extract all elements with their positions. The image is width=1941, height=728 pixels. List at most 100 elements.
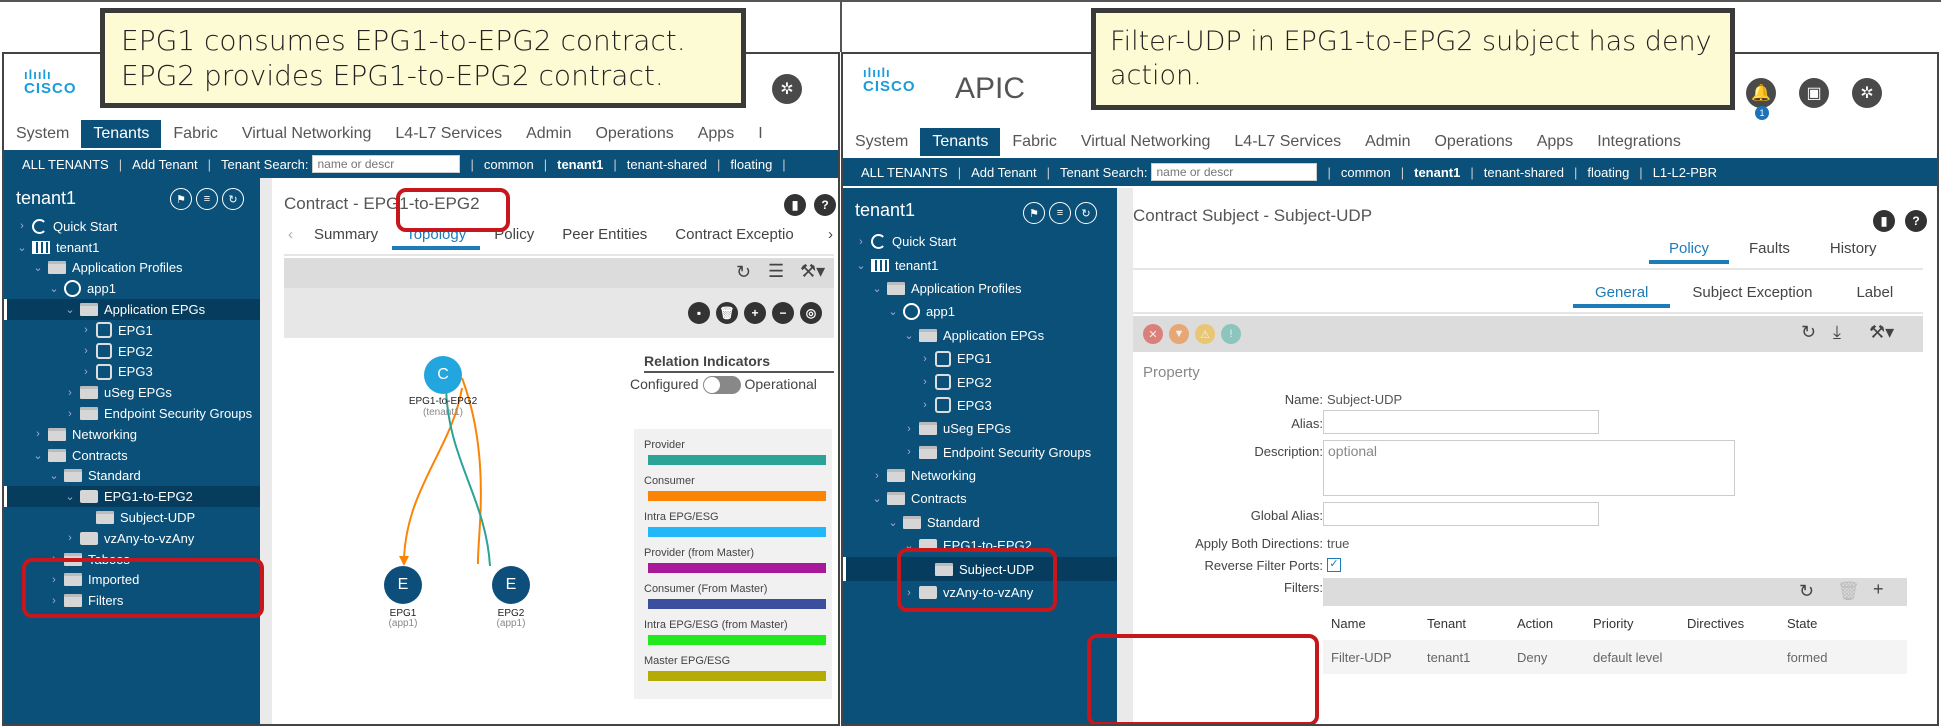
chevron-down-icon[interactable]: ⌄	[887, 305, 899, 318]
filter-list-icon[interactable]: ≡	[196, 188, 218, 210]
chevron-right-icon[interactable]: ›	[16, 220, 28, 232]
download-icon[interactable]: ⤓	[1833, 322, 1841, 343]
top-nav-admin[interactable]: Admin	[1353, 128, 1422, 156]
sidebar-item-contracts[interactable]: ⌄ Contracts	[843, 487, 1117, 510]
contract-node[interactable]: C	[424, 356, 462, 394]
sidebar-item-application-epgs[interactable]: ⌄ Application EPGs	[843, 324, 1117, 347]
sidebar-item-application-profiles[interactable]: ⌄ Application Profiles	[4, 258, 260, 279]
add-icon[interactable]: +	[1873, 579, 1884, 600]
epg2-node[interactable]: E	[492, 566, 530, 604]
sidebar-item-epg1-to-epg2[interactable]: ⌄ EPG1-to-EPG2	[4, 486, 260, 508]
tab-history[interactable]: History	[1810, 236, 1897, 264]
tenant-link-tenant-shared[interactable]: tenant-shared	[1484, 165, 1564, 180]
top-nav-l4-l7-services[interactable]: L4-L7 Services	[1222, 128, 1353, 156]
subtab-subject-exception[interactable]: Subject Exception	[1670, 280, 1834, 308]
chevron-right-icon[interactable]: ›	[32, 428, 44, 440]
column-header-directives[interactable]: Directives	[1679, 616, 1779, 631]
sidebar-item-quick-start[interactable]: › Quick Start	[4, 216, 260, 237]
top-nav-system[interactable]: System	[4, 120, 81, 148]
chevron-right-icon[interactable]: ›	[919, 353, 931, 365]
chevron-right-icon[interactable]: ›	[64, 387, 76, 399]
global-alias-input[interactable]	[1323, 502, 1599, 526]
sidebar-item-epg3[interactable]: › EPG3	[843, 394, 1117, 417]
top-nav-virtual-networking[interactable]: Virtual Networking	[1069, 128, 1223, 156]
column-header-name[interactable]: Name	[1323, 616, 1419, 631]
sidebar-item-epg3[interactable]: › EPG3	[4, 362, 260, 383]
tenant-link-tenant1[interactable]: tenant1	[557, 157, 603, 172]
add-tenant-link[interactable]: Add Tenant	[132, 157, 198, 172]
remote-console-icon[interactable]: ▣	[1799, 78, 1829, 108]
sidebar-item-useg-epgs[interactable]: › uSeg EPGs	[843, 417, 1117, 440]
refresh-icon[interactable]: ↻	[222, 188, 244, 210]
tab-summary[interactable]: Summary	[300, 222, 392, 250]
column-header-action[interactable]: Action	[1509, 616, 1585, 631]
tenant-search-input[interactable]	[1151, 163, 1318, 181]
epg1-node[interactable]: E	[384, 566, 422, 604]
chevron-right-icon[interactable]: ›	[855, 236, 867, 248]
delete-icon[interactable]: 🗑	[716, 302, 738, 324]
chevron-down-icon[interactable]: ⌄	[32, 449, 44, 462]
tabs-scroll-left-icon[interactable]: ‹	[288, 226, 293, 243]
sidebar-item-networking[interactable]: › Networking	[4, 424, 260, 445]
tenant-link-floating[interactable]: floating	[1587, 165, 1629, 180]
sidebar-item-endpoint-security-groups[interactable]: › Endpoint Security Groups	[843, 441, 1117, 464]
tab-peer-entities[interactable]: Peer Entities	[548, 222, 661, 250]
refresh-icon[interactable]: ↻	[1075, 202, 1097, 224]
chevron-right-icon[interactable]: ›	[80, 345, 92, 357]
sidebar-item-subject-udp[interactable]: Subject-UDP	[4, 507, 260, 528]
settings-icon[interactable]: ✲	[772, 74, 802, 104]
bookmark-icon[interactable]: ▮	[1873, 210, 1895, 232]
tenant-link-common[interactable]: common	[484, 157, 534, 172]
help-icon[interactable]: ?	[814, 194, 836, 216]
top-nav-tenants[interactable]: Tenants	[81, 120, 162, 148]
tab-policy[interactable]: Policy	[1649, 236, 1730, 264]
sidebar-item-quick-start[interactable]: › Quick Start	[843, 230, 1117, 253]
zoom-out-icon[interactable]: −	[772, 302, 794, 324]
chevron-right-icon[interactable]: ›	[80, 366, 92, 378]
chevron-right-icon[interactable]: ›	[919, 399, 931, 411]
sidebar-item-contracts[interactable]: ⌄ Contracts	[4, 445, 260, 466]
tools-icon[interactable]: ⚒▾	[1869, 322, 1894, 343]
column-header-tenant[interactable]: Tenant	[1419, 616, 1509, 631]
reset-view-icon[interactable]: ◎	[800, 302, 822, 324]
top-nav-fabric[interactable]: Fabric	[1000, 128, 1068, 156]
chevron-down-icon[interactable]: ⌄	[871, 492, 883, 505]
chevron-down-icon[interactable]: ⌄	[871, 282, 883, 295]
splitter[interactable]	[260, 178, 272, 724]
tenant-link-common[interactable]: common	[1341, 165, 1391, 180]
sidebar-item-epg1[interactable]: › EPG1	[843, 347, 1117, 370]
chevron-right-icon[interactable]: ›	[64, 532, 76, 544]
column-header-state[interactable]: State	[1779, 616, 1869, 631]
zoom-in-icon[interactable]: +	[744, 302, 766, 324]
refresh-icon[interactable]: ↻	[1799, 581, 1814, 602]
top-nav-apps[interactable]: Apps	[1525, 128, 1585, 156]
chevron-right-icon[interactable]: ›	[903, 423, 915, 435]
add-tenant-link[interactable]: Add Tenant	[971, 165, 1037, 180]
sidebar-item-standard[interactable]: ⌄ Standard	[843, 511, 1117, 534]
configured-operational-toggle[interactable]	[702, 376, 741, 395]
top-nav-admin[interactable]: Admin	[514, 120, 583, 148]
minor-fault-icon[interactable]: ⚠	[1195, 324, 1215, 344]
notifications-bell-icon[interactable]: 🔔	[1746, 78, 1776, 108]
top-nav-operations[interactable]: Operations	[1422, 128, 1524, 156]
tab-contract-exceptio[interactable]: Contract Exceptio	[661, 222, 807, 250]
chevron-right-icon[interactable]: ›	[80, 324, 92, 336]
sidebar-item-application-profiles[interactable]: ⌄ Application Profiles	[843, 277, 1117, 300]
sidebar-item-vzany-to-vzany[interactable]: › vzAny-to-vzAny	[4, 528, 260, 549]
sidebar-item-tenant1[interactable]: ⌄ tenant1	[4, 237, 260, 258]
description-input[interactable]: optional	[1323, 440, 1735, 496]
tools-icon[interactable]: ⚒▾	[800, 261, 825, 282]
settings-icon[interactable]: ✲	[1852, 78, 1882, 108]
sidebar-item-standard[interactable]: ⌄ Standard	[4, 466, 260, 487]
delete-icon[interactable]: 🗑	[1837, 581, 1860, 602]
warning-fault-icon[interactable]: !	[1221, 324, 1241, 344]
chevron-down-icon[interactable]: ⌄	[16, 241, 28, 254]
bookmark-icon[interactable]: ▮	[784, 194, 806, 216]
tab-faults[interactable]: Faults	[1729, 236, 1810, 264]
tenant-search-input[interactable]	[312, 155, 461, 173]
top-nav-system[interactable]: System	[843, 128, 920, 156]
help-icon[interactable]: ?	[1905, 210, 1927, 232]
sidebar-item-epg2[interactable]: › EPG2	[843, 370, 1117, 393]
chevron-down-icon[interactable]: ⌄	[855, 259, 867, 272]
sidebar-item-tenant1[interactable]: ⌄ tenant1	[843, 253, 1117, 276]
